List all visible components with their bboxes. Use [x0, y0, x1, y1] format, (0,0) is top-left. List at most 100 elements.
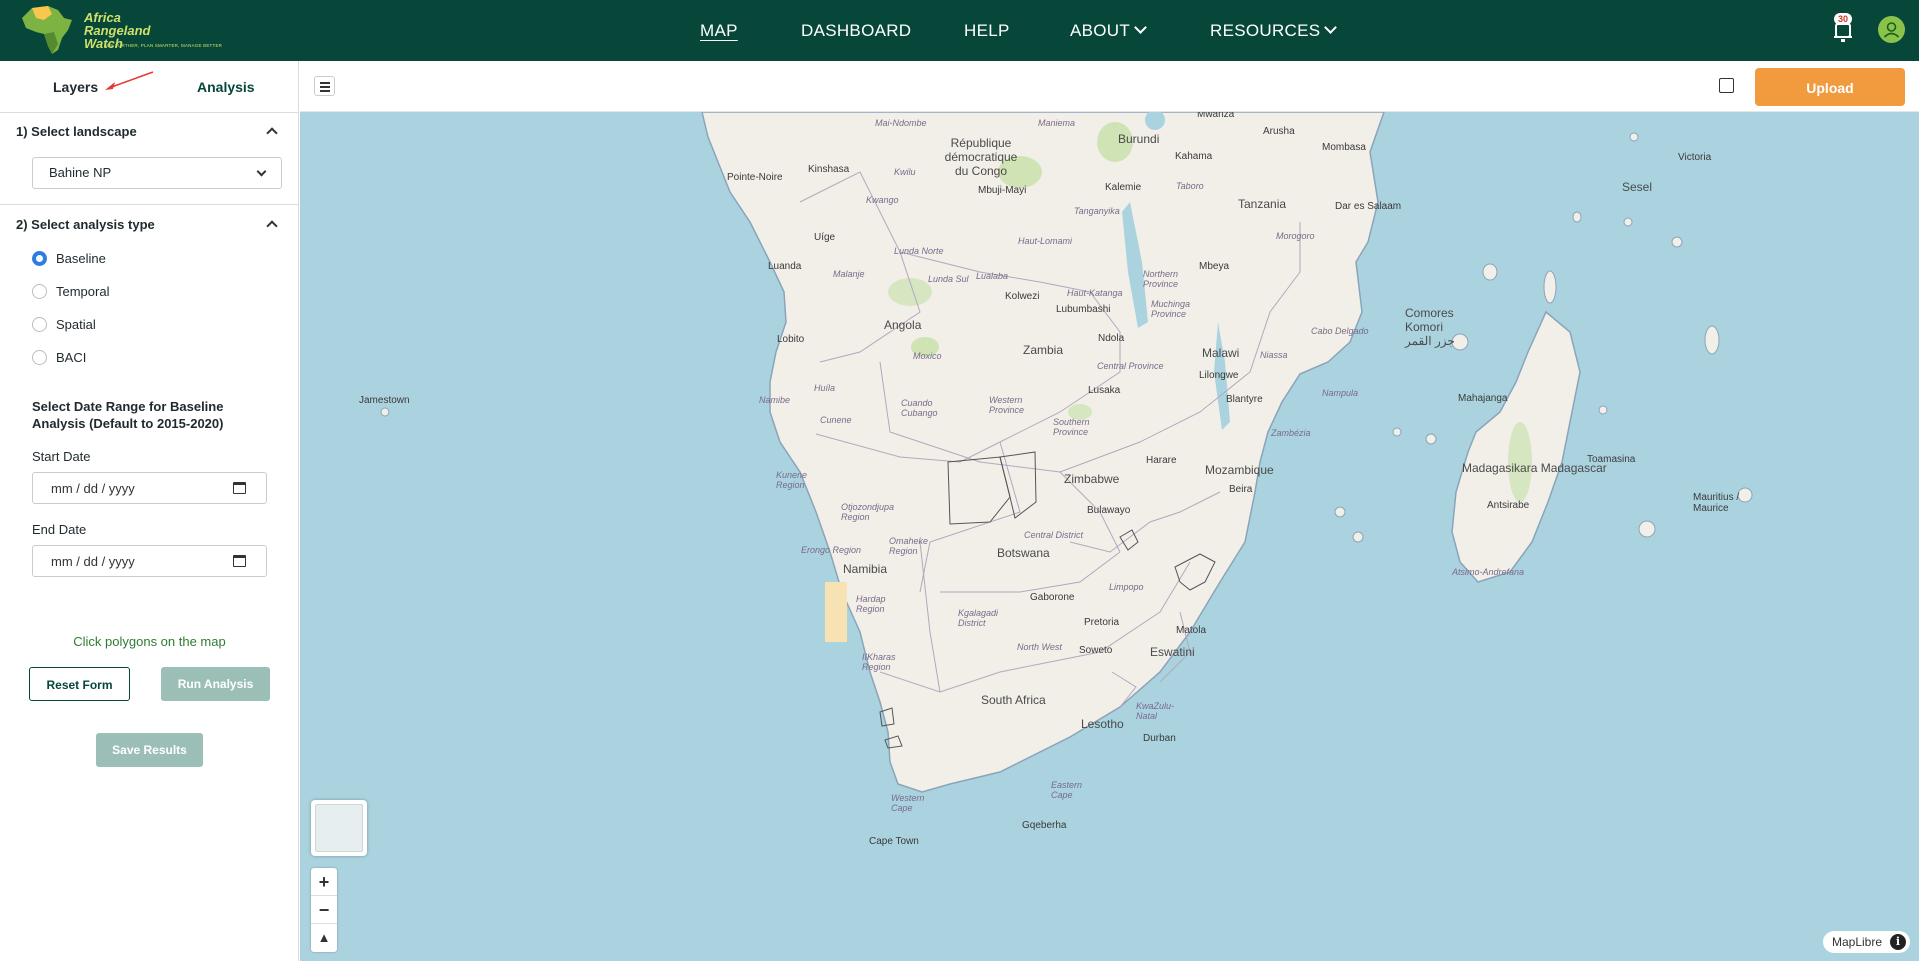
map-label-country: Zimbabwe [1064, 472, 1120, 486]
calendar-icon[interactable] [233, 482, 246, 494]
map-label-region: Kwilu [894, 167, 916, 177]
map-label-country: Angola [884, 318, 922, 332]
radio-button-checked[interactable] [32, 251, 47, 266]
map-label-city: Gqeberha [1022, 820, 1067, 831]
map-label-country: Mauritius / Maurice [1693, 492, 1740, 514]
map-label-city: Jamestown [359, 395, 410, 406]
map-label-city: Kolwezi [1005, 291, 1040, 302]
map-label-country: Zambia [1023, 343, 1064, 357]
chevron-down-icon [256, 166, 267, 177]
map-label-country: Botswana [997, 546, 1050, 560]
map-label-region: Cuando Cubango [901, 398, 938, 418]
map-label-region: Malanje [833, 269, 865, 279]
map-label-country: Namibia [843, 562, 888, 576]
info-icon[interactable]: i [1890, 934, 1906, 950]
map-label-region: IIKharas Region [862, 652, 896, 672]
date-range-heading: Select Date Range for Baseline Analysis … [32, 399, 224, 431]
divider [0, 112, 299, 113]
map-label-region: Kunene Region [776, 470, 808, 490]
end-date-input[interactable]: mm / dd / yyyy [32, 545, 267, 577]
map-label-region: KwaZulu- Natal [1136, 701, 1175, 721]
map-label-country: Tanzania [1238, 197, 1287, 211]
map-label-country: Madagasikara Madagascar [1462, 461, 1607, 475]
user-avatar[interactable] [1878, 16, 1905, 43]
run-analysis-button[interactable]: Run Analysis [161, 667, 270, 701]
map-label-city: Mombasa [1322, 142, 1366, 153]
map-label-region: Cabo Delgado [1311, 326, 1369, 336]
nav-map[interactable]: MAP [700, 21, 738, 41]
map-label-region: Limpopo [1109, 582, 1144, 592]
external-link-icon[interactable] [1719, 78, 1734, 93]
zoom-controls: + − ▲ [311, 868, 337, 952]
map-label-region: Muchinga Province [1151, 299, 1191, 319]
menu-icon[interactable] [314, 76, 335, 96]
map-label-region: Western Cape [891, 793, 925, 813]
radio-button[interactable] [32, 317, 47, 332]
map-label-region: Morogoro [1276, 231, 1315, 241]
map-label-region: Omaheke Region [889, 536, 929, 556]
start-date-input[interactable]: mm / dd / yyyy [32, 472, 267, 504]
map-label-city: Beira [1229, 484, 1253, 495]
zoom-in-button[interactable]: + [311, 868, 337, 896]
nav-help[interactable]: HELP [964, 21, 1010, 41]
map-label-city: Pointe-Noire [727, 172, 783, 183]
save-results-button[interactable]: Save Results [96, 733, 203, 767]
top-navbar: Africa Rangeland Watch SEE FURTHER, PLAN… [0, 0, 1919, 61]
map-label-region: Huíla [814, 383, 836, 393]
map-label-region: Lunda Norte [894, 246, 944, 256]
nav-dashboard[interactable]: DASHBOARD [801, 21, 911, 41]
nav-about[interactable]: ABOUT [1070, 21, 1147, 41]
map-label-city: Luanda [768, 261, 802, 272]
radio-label: Baseline [56, 251, 106, 266]
start-date-placeholder: mm / dd / yyyy [51, 481, 135, 496]
nav-resources[interactable]: RESOURCES [1210, 21, 1338, 41]
map-label-country: Lesotho [1081, 717, 1124, 731]
map-label-city: Kinshasa [808, 164, 850, 175]
zoom-out-button[interactable]: − [311, 896, 337, 924]
map-label-region: Moxico [913, 351, 942, 361]
map-label-region: Niassa [1260, 350, 1288, 360]
radio-label: Spatial [56, 317, 96, 332]
map-label-city: Bulawayo [1087, 505, 1131, 516]
map-label-city: Kalemie [1105, 182, 1142, 193]
chevron-down-icon [1324, 21, 1338, 34]
map-label-city: Matola [1176, 625, 1207, 636]
tab-analysis[interactable]: Analysis [197, 79, 255, 95]
chevron-up-icon[interactable] [266, 127, 278, 139]
chevron-down-icon [1134, 21, 1147, 34]
map-label-region: North West [1017, 642, 1062, 652]
map-label-city: Kahama [1175, 151, 1213, 162]
map-label-city: Lilongwe [1199, 370, 1239, 381]
map-label-country: Eswatini [1150, 645, 1195, 659]
map-label-city: Cape Town [869, 836, 919, 847]
map-hint-text: Click polygons on the map [73, 634, 226, 649]
chevron-up-icon[interactable] [266, 220, 278, 232]
nav-about-label: ABOUT [1070, 21, 1131, 40]
landscape-section-heading[interactable]: 1) Select landscape [16, 124, 137, 139]
map-label-country: South Africa [981, 693, 1046, 707]
basemap-switcher[interactable] [311, 800, 367, 856]
map-label-city: Mahajanga [1458, 393, 1508, 404]
radio-button[interactable] [32, 350, 47, 365]
annotation-arrow-icon [105, 71, 154, 90]
map-label-region: Southern Province [1053, 417, 1090, 437]
analysis-type-section-heading[interactable]: 2) Select analysis type [16, 217, 155, 232]
map-label-city: Lusaka [1088, 385, 1121, 396]
map-attribution[interactable]: MapLibre i [1822, 931, 1910, 953]
map-label-city: Toamasina [1587, 454, 1636, 465]
radio-label: Temporal [56, 284, 110, 299]
calendar-icon[interactable] [233, 555, 246, 567]
map-canvas[interactable]: Angola Zambia Malawi Tanzania Mozambique… [300, 112, 1919, 961]
map-label-city: Blantyre [1226, 394, 1263, 405]
radio-button[interactable] [32, 284, 47, 299]
map-label-region: Mai-Ndombe [875, 118, 927, 128]
landscape-select[interactable]: Bahine NP [32, 157, 282, 189]
upload-button[interactable]: Upload [1755, 68, 1905, 106]
reset-form-button[interactable]: Reset Form [29, 667, 130, 701]
tab-layers[interactable]: Layers [53, 79, 98, 95]
map-basemap [380, 112, 1753, 793]
map-label-region: Kgalagadi District [958, 608, 999, 628]
compass-icon[interactable]: ▲ [311, 924, 337, 952]
attribution-text: MapLibre [1831, 935, 1882, 949]
divider [0, 204, 299, 205]
